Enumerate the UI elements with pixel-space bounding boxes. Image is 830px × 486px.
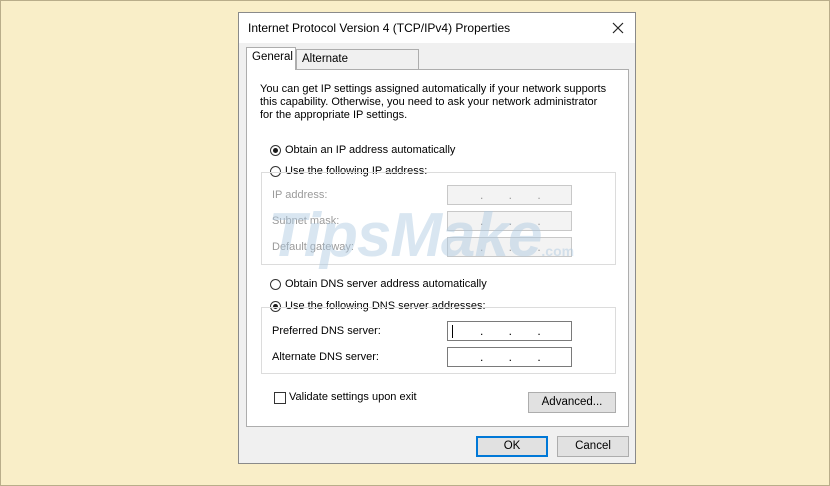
- close-icon: [612, 22, 624, 34]
- default-gateway-label: Default gateway:: [272, 241, 354, 253]
- default-gateway-field[interactable]: . . .: [447, 237, 572, 257]
- alternate-dns-field[interactable]: . . .: [447, 347, 572, 367]
- validate-checkbox[interactable]: [274, 392, 286, 404]
- alternate-dns-label: Alternate DNS server:: [272, 351, 379, 363]
- ok-button[interactable]: OK: [476, 436, 548, 457]
- tab-alternate-configuration[interactable]: Alternate Configuration: [296, 49, 419, 83]
- default-gateway-dots: . . .: [480, 240, 541, 254]
- dns-auto-radio[interactable]: [270, 279, 281, 290]
- ip-address-dots: . . .: [480, 188, 541, 202]
- text-caret: [452, 325, 453, 338]
- validate-option[interactable]: Validate settings upon exit: [274, 391, 474, 405]
- advanced-button[interactable]: Advanced...: [528, 392, 616, 413]
- dns-auto-option[interactable]: Obtain DNS server address automatically: [270, 278, 570, 292]
- ip-auto-label: Obtain an IP address automatically: [285, 144, 456, 156]
- tab-general[interactable]: General: [246, 47, 296, 70]
- cancel-button[interactable]: Cancel: [557, 436, 629, 457]
- subnet-mask-dots: . . .: [480, 214, 541, 228]
- validate-label: Validate settings upon exit: [289, 391, 417, 403]
- title-bar[interactable]: Internet Protocol Version 4 (TCP/IPv4) P…: [239, 13, 635, 43]
- intro-text: You can get IP settings assigned automat…: [260, 83, 607, 121]
- radio-selected-dot: [273, 148, 278, 153]
- alternate-dns-dots: . . .: [480, 350, 541, 364]
- tab-general-label: General: [252, 51, 293, 63]
- ip-auto-option[interactable]: Obtain an IP address automatically: [270, 144, 570, 158]
- preferred-dns-dots: . . .: [480, 324, 541, 338]
- general-tab-panel: You can get IP settings assigned automat…: [246, 69, 629, 427]
- dns-auto-label: Obtain DNS server address automatically: [285, 278, 487, 290]
- preferred-dns-field[interactable]: . . .: [447, 321, 572, 341]
- ip-auto-radio[interactable]: [270, 145, 281, 156]
- preferred-dns-label: Preferred DNS server:: [272, 325, 381, 337]
- ip-address-field[interactable]: . . .: [447, 185, 572, 205]
- subnet-mask-field[interactable]: . . .: [447, 211, 572, 231]
- ip-address-label: IP address:: [272, 189, 328, 201]
- dialog-title: Internet Protocol Version 4 (TCP/IPv4) P…: [248, 21, 511, 35]
- close-button[interactable]: [601, 13, 635, 43]
- subnet-mask-label: Subnet mask:: [272, 215, 340, 227]
